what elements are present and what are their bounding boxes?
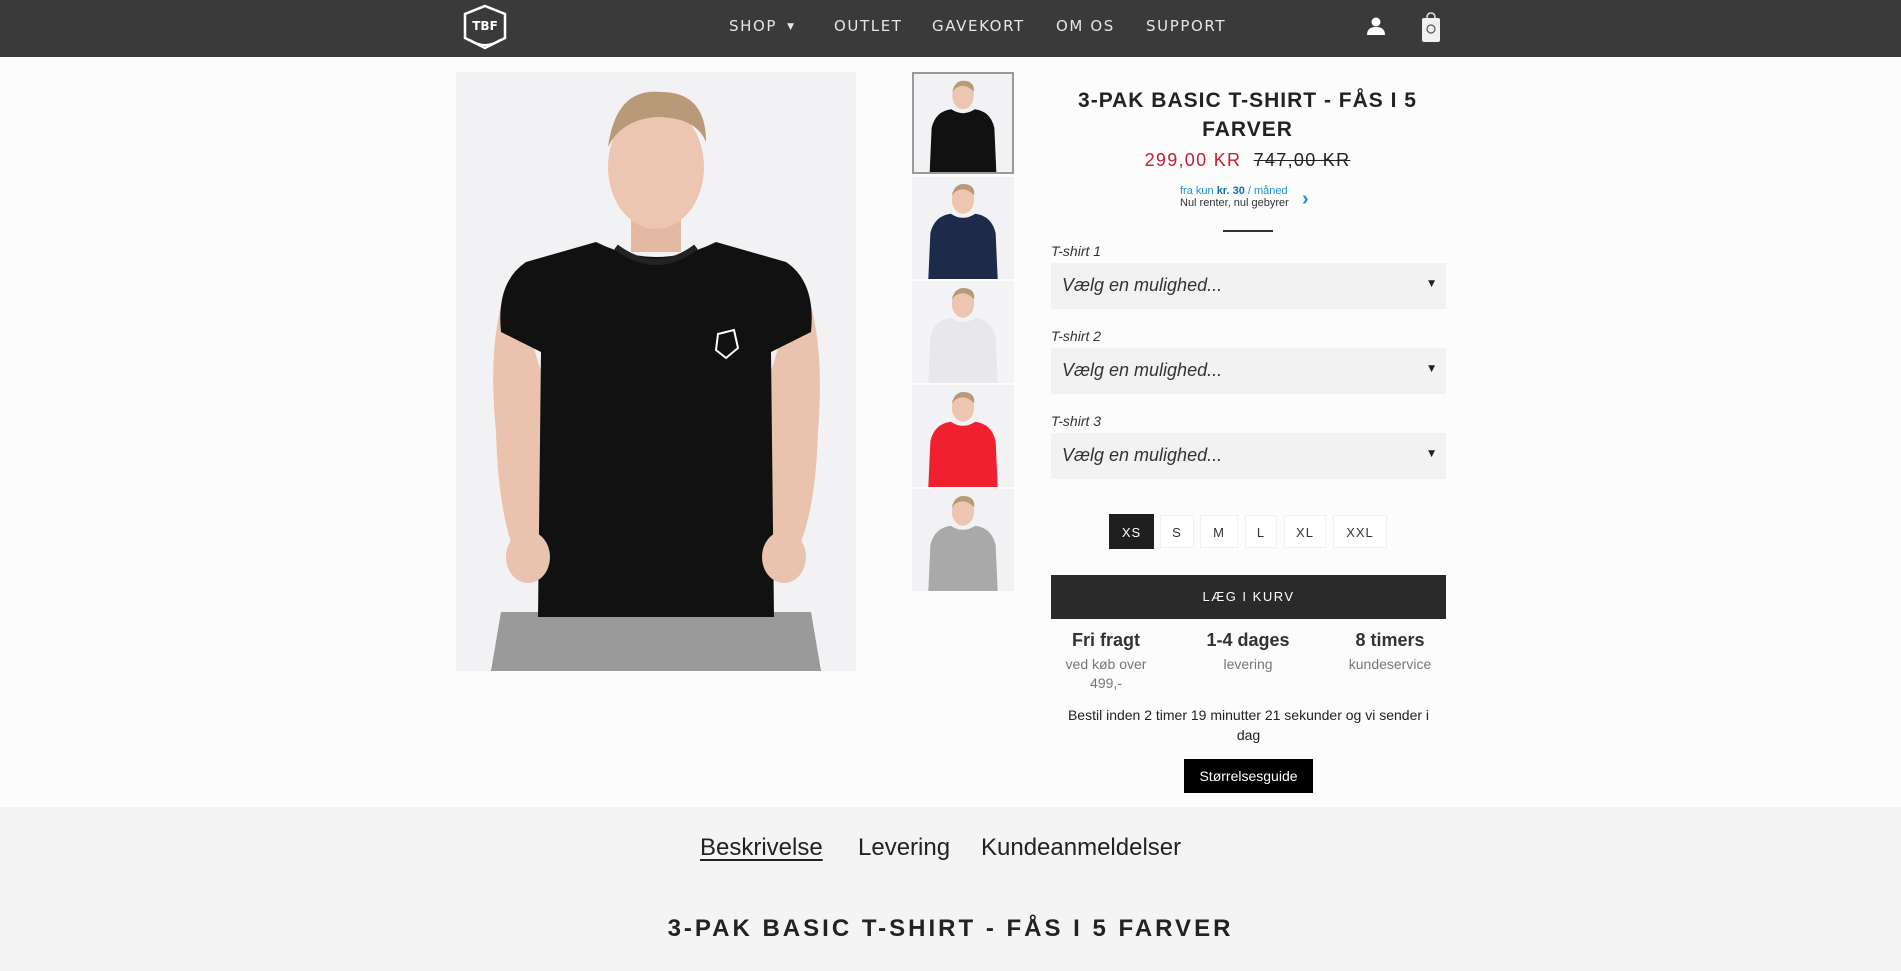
product-main-image[interactable] [456,72,856,671]
nav-support[interactable]: SUPPORT [1146,17,1226,35]
option-label-tshirt-1: T-shirt 1 [1051,243,1102,259]
size-s[interactable]: S [1160,515,1194,548]
model-photo [456,72,856,671]
product-details-section: Beskrivelse Levering Kundeanmeldelser 3-… [0,807,1901,971]
financing-banner[interactable]: fra kun kr. 30 / måned Nul renter, nul g… [1180,185,1320,215]
site-header: TBF SHOP ▼ OUTLET GAVEKORT OM OS SUPPORT [0,0,1901,57]
nav-om-os[interactable]: OM OS [1056,17,1115,35]
select-tshirt-1[interactable]: Vælg en mulighed... ▼ [1051,263,1446,309]
size-m[interactable]: M [1200,515,1238,548]
description-title: 3-PAK BASIC T-SHIRT - FÅS I 5 FARVER [667,915,1234,942]
add-to-cart-button[interactable]: LÆG I KURV [1051,575,1446,619]
nav-outlet[interactable]: OUTLET [834,17,903,35]
tab-levering[interactable]: Levering [858,834,950,862]
main-nav: SHOP ▼ OUTLET GAVEKORT OM OS SUPPORT [0,0,1901,52]
price-row: 299,00 KR 747,00 KR [1050,150,1445,171]
divider [1223,230,1273,232]
size-xl[interactable]: XL [1284,515,1326,548]
nav-shop-label: SHOP [729,17,778,35]
usp-free-shipping: Fri fragt ved køb over 499,- [1065,630,1147,691]
size-l[interactable]: L [1245,515,1277,548]
nav-gavekort[interactable]: GAVEKORT [932,17,1025,35]
thumbnail-red[interactable] [912,385,1014,487]
select-tshirt-2[interactable]: Vælg en mulighed... ▼ [1051,348,1446,394]
caret-down-icon: ▼ [1428,279,1435,289]
size-xxl[interactable]: XXL [1333,515,1387,548]
original-price: 747,00 KR [1253,150,1351,170]
caret-down-icon: ▼ [1428,449,1435,459]
option-label-tshirt-2: T-shirt 2 [1051,328,1102,344]
shipping-countdown: Bestil inden 2 timer 19 minutter 21 seku… [1067,707,1430,743]
select-tshirt-3[interactable]: Vælg en mulighed... ▼ [1051,433,1446,479]
chevron-right-icon: › [1302,188,1309,210]
usp-delivery: 1-4 dages levering [1206,630,1290,672]
product-title: 3-PAK BASIC T-SHIRT - FÅS I 5 FARVER [1078,89,1417,141]
caret-down-icon: ▼ [1428,364,1435,374]
thumbnail-white[interactable] [912,281,1014,383]
nav-shop[interactable]: SHOP ▼ [729,17,796,35]
option-label-tshirt-3: T-shirt 3 [1051,413,1102,429]
usp-customer-service: 8 timers kundeservice [1348,630,1432,672]
size-xs[interactable]: XS [1109,514,1154,549]
tab-beskrivelse[interactable]: Beskrivelse [700,834,823,862]
account-icon[interactable] [1366,16,1386,36]
size-guide-button[interactable]: Størrelsesguide [1184,759,1313,793]
shopping-bag-icon[interactable] [1421,10,1441,44]
thumbnail-grey[interactable] [912,489,1014,591]
sale-price: 299,00 KR [1144,150,1242,170]
thumbnail-black[interactable] [912,72,1014,174]
caret-down-icon: ▼ [787,22,796,32]
thumbnail-navy[interactable] [912,177,1014,279]
tab-kundeanmeldelser[interactable]: Kundeanmeldelser [981,834,1181,862]
